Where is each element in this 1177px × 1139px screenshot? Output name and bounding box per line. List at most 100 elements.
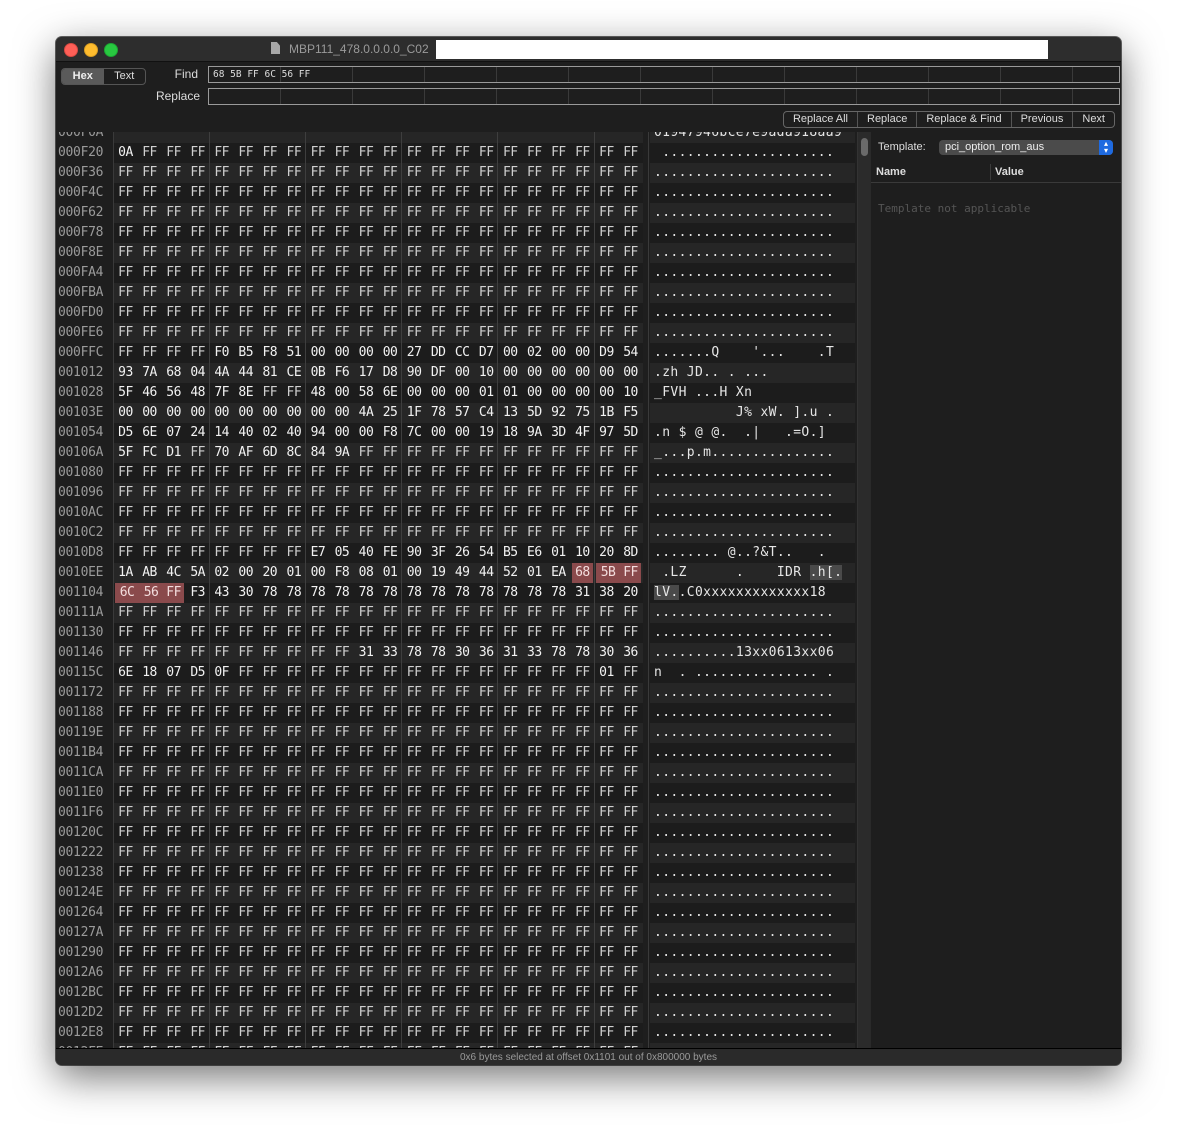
ascii-char[interactable]: . xyxy=(769,525,777,540)
hex-byte[interactable]: 00 xyxy=(259,403,280,423)
ascii-char[interactable]: . xyxy=(769,205,777,220)
ascii-char[interactable] xyxy=(769,565,777,580)
hex-byte[interactable]: FF xyxy=(380,443,401,463)
hex-byte[interactable]: FF xyxy=(259,723,280,743)
hex-byte[interactable]: FF xyxy=(620,443,641,463)
hex-byte[interactable]: FF xyxy=(500,303,521,323)
hex-byte[interactable]: 00 xyxy=(331,343,352,363)
hex-byte[interactable]: FF xyxy=(235,263,256,283)
ascii-char[interactable]: . xyxy=(687,705,695,720)
hex-byte[interactable]: FF xyxy=(211,303,232,323)
ascii-char[interactable]: . xyxy=(679,805,687,820)
next-button[interactable]: Next xyxy=(1073,112,1114,127)
ascii-char[interactable]: . xyxy=(736,785,744,800)
ascii-char[interactable]: . xyxy=(760,945,768,960)
vertical-scrollbar[interactable] xyxy=(857,132,871,1048)
hex-byte[interactable]: FF xyxy=(380,263,401,283)
ascii-char[interactable]: . xyxy=(654,265,662,280)
ascii-char[interactable]: . xyxy=(801,205,809,220)
ascii-char[interactable]: . xyxy=(670,945,678,960)
hex-byte[interactable]: FF xyxy=(163,943,184,963)
ascii-char[interactable]: . xyxy=(801,285,809,300)
hex-byte[interactable]: 00 xyxy=(452,423,473,443)
hex-byte[interactable]: FF xyxy=(163,603,184,623)
ascii-char[interactable]: . xyxy=(695,165,703,180)
ascii-char[interactable]: . xyxy=(777,485,785,500)
hex-byte[interactable]: D1 xyxy=(163,443,184,463)
ascii-char[interactable]: . xyxy=(810,985,818,1000)
hex-byte[interactable]: FF xyxy=(115,743,136,763)
hex-byte[interactable]: 19 xyxy=(428,563,449,583)
row-ascii[interactable]: ...................... xyxy=(650,183,855,203)
ascii-char[interactable]: . xyxy=(728,765,736,780)
hex-byte[interactable]: FF xyxy=(476,223,497,243)
hex-byte[interactable]: FF xyxy=(187,603,208,623)
hex-byte[interactable]: FF xyxy=(404,243,425,263)
hex-row[interactable]: 00106A 5F FC D1 FF 70 AF 6D 8C 84 9A FF FF FF FF FF FF FF… xyxy=(56,443,870,463)
ascii-char[interactable]: . xyxy=(801,265,809,280)
hex-byte[interactable]: FF xyxy=(500,1003,521,1023)
ascii-char[interactable]: . xyxy=(777,885,785,900)
ascii-char[interactable]: . xyxy=(760,305,768,320)
ascii-char[interactable]: . xyxy=(826,985,834,1000)
ascii-char[interactable]: . xyxy=(769,985,777,1000)
hex-byte[interactable]: FF xyxy=(380,203,401,223)
hex-byte[interactable]: FF xyxy=(331,263,352,283)
ascii-char[interactable]: . xyxy=(777,545,785,560)
zoom-window-button[interactable] xyxy=(104,43,118,57)
hex-byte[interactable]: FF xyxy=(235,523,256,543)
ascii-char[interactable]: . xyxy=(769,505,777,520)
hex-byte[interactable]: 00 xyxy=(283,403,304,423)
ascii-char[interactable]: . xyxy=(818,165,826,180)
hex-byte[interactable]: FF xyxy=(163,683,184,703)
hex-byte[interactable]: FF xyxy=(139,1023,160,1043)
ascii-char[interactable]: . xyxy=(670,485,678,500)
row-bytes[interactable]: 6E 18 07 D5 0F FF FF FF FF FF FF FF FF FF FF FF FF FF FF FF… xyxy=(114,663,643,683)
ascii-char[interactable]: H xyxy=(679,385,687,400)
hex-byte[interactable]: FF xyxy=(356,883,377,903)
hex-byte[interactable]: FF xyxy=(211,463,232,483)
ascii-char[interactable] xyxy=(687,425,695,440)
hex-byte[interactable]: FF xyxy=(139,903,160,923)
hex-row[interactable]: 0012D2 FF FF FF FF FF FF FF FF FF FF FF FF FF FF FF FF FF… xyxy=(56,1003,870,1023)
hex-byte[interactable]: FF xyxy=(163,763,184,783)
hex-byte[interactable]: FF xyxy=(428,683,449,703)
row-bytes[interactable]: FFFFFFFFFFFFFFFFFFFFFFFFFFFFFFFFFFFFFFFF… xyxy=(114,603,643,623)
hex-row[interactable]: 00119E FF FF FF FF FF FF FF FF FF FF FF FF FF FF FF FF FF… xyxy=(56,723,870,743)
hex-byte[interactable]: FF xyxy=(620,923,641,943)
hex-byte[interactable]: FF xyxy=(572,803,593,823)
hex-byte[interactable]: FF xyxy=(139,1003,160,1023)
ascii-char[interactable]: . xyxy=(687,825,695,840)
hex-byte[interactable]: FF xyxy=(428,163,449,183)
ascii-char[interactable]: . xyxy=(695,485,703,500)
hex-byte[interactable]: FF xyxy=(548,883,569,903)
hex-row[interactable]: 0012E8 FF FF FF FF FF FF FF FF FF FF FF FF FF FF FF FF FF… xyxy=(56,1023,870,1043)
ascii-char[interactable]: . xyxy=(695,685,703,700)
row-ascii[interactable]: ...................... xyxy=(650,283,855,303)
hex-row[interactable]: 001290 FF FF FF FF FF FF FF FF FF FF FF FF FF FF FF FF FF… xyxy=(56,943,870,963)
hex-byte[interactable]: FF xyxy=(428,663,449,683)
hex-byte[interactable]: FF xyxy=(476,203,497,223)
hex-byte[interactable]: FF xyxy=(307,283,328,303)
ascii-char[interactable]: . xyxy=(695,385,703,400)
hex-row[interactable]: 001238 FF FF FF FF FF FF FF FF FF FF FF FF FF FF FF FF FF… xyxy=(56,863,870,883)
row-ascii[interactable]: .......Q '... .T xyxy=(650,343,855,363)
ascii-char[interactable]: . xyxy=(736,525,744,540)
hex-byte[interactable]: FF xyxy=(404,483,425,503)
hex-byte[interactable]: FF xyxy=(211,203,232,223)
hex-byte[interactable]: FF xyxy=(620,883,641,903)
hex-byte[interactable]: FF xyxy=(211,923,232,943)
ascii-char[interactable]: . xyxy=(687,745,695,760)
ascii-char[interactable]: . xyxy=(728,945,736,960)
hex-byte[interactable]: FF xyxy=(307,163,328,183)
ascii-char[interactable]: . xyxy=(760,505,768,520)
ascii-char[interactable]: . xyxy=(810,745,818,760)
ascii-char[interactable] xyxy=(769,365,777,380)
ascii-char[interactable]: . xyxy=(826,965,834,980)
hex-row[interactable]: 0011E0 FF FF FF FF FF FF FF FF FF FF FF FF FF FF FF FF FF… xyxy=(56,783,870,803)
hex-byte[interactable]: FF xyxy=(404,1023,425,1043)
ascii-char[interactable]: . xyxy=(687,685,695,700)
hex-byte[interactable]: FF xyxy=(476,823,497,843)
ascii-char[interactable]: . xyxy=(670,785,678,800)
hex-byte[interactable]: FF xyxy=(356,623,377,643)
